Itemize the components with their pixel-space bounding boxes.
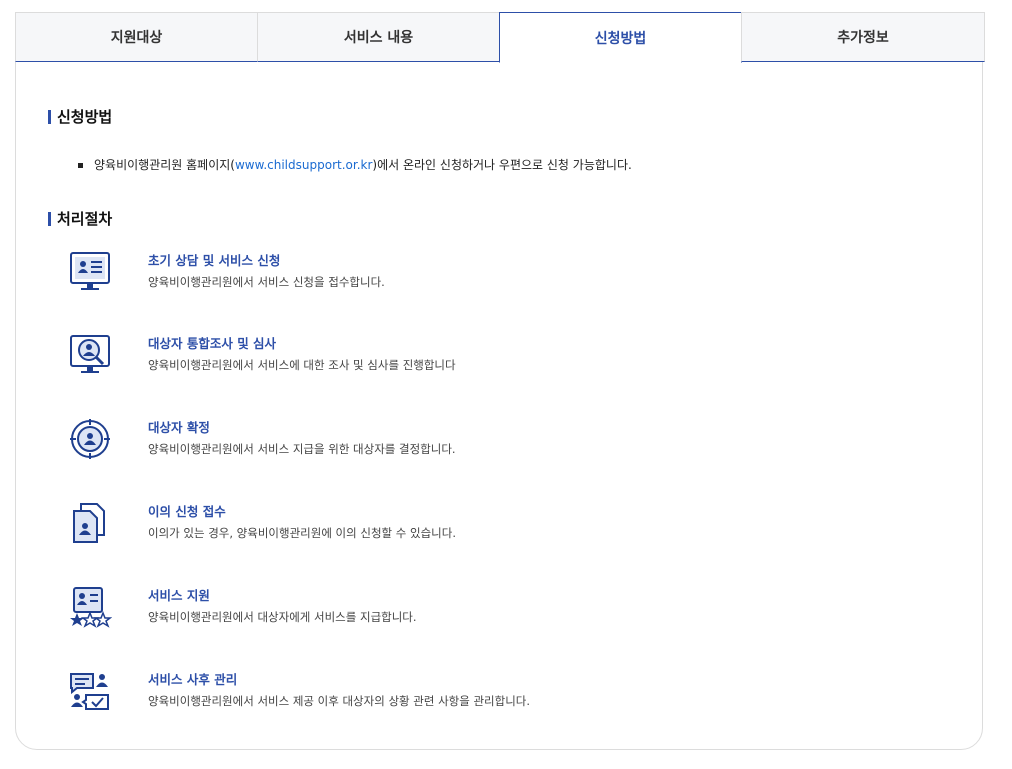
documents-user-icon (68, 501, 112, 545)
content-panel: 지원대상 서비스 내용 신청방법 추가정보 신청방법 양육비이행관리원 홈페이지… (15, 12, 985, 750)
step-description: 이의가 있는 경우, 양육비이행관리원에 이의 신청할 수 있습니다. (148, 526, 456, 540)
process-heading: 처리절차 (48, 210, 112, 228)
step-title: 서비스 사후 관리 (148, 672, 238, 687)
bullet-text-before: 양육비이행관리원 홈페이지( (94, 158, 235, 172)
process-step: 대상자 통합조사 및 심사 양육비이행관리원에서 서비스에 대한 조사 및 심사… (68, 333, 928, 383)
tab-service-content[interactable]: 서비스 내용 (257, 12, 500, 62)
process-step: 대상자 확정 양육비이행관리원에서 서비스 지급을 위한 대상자를 결정합니다. (68, 417, 928, 467)
childsupport-link[interactable]: www.childsupport.or.kr (235, 158, 372, 172)
process-step: 서비스 지원 양육비이행관리원에서 대상자에게 서비스를 지급합니다. (68, 585, 928, 635)
step-title: 대상자 통합조사 및 심사 (148, 336, 277, 351)
step-description: 양육비이행관리원에서 대상자에게 서비스를 지급합니다. (148, 610, 417, 624)
step-title: 서비스 지원 (148, 588, 210, 603)
target-user-icon (68, 417, 112, 461)
tab-application-method[interactable]: 신청방법 (499, 12, 742, 63)
step-description: 양육비이행관리원에서 서비스 제공 이후 대상자의 상황 관련 사항을 관리합니… (148, 694, 531, 708)
bullet-text-after: )에서 온라인 신청하거나 우편으로 신청 가능합니다. (372, 158, 632, 172)
step-description: 양육비이행관리원에서 서비스 지급을 위한 대상자를 결정합니다. (148, 442, 456, 456)
process-step: 서비스 사후 관리 양육비이행관리원에서 서비스 제공 이후 대상자의 상황 관… (68, 669, 928, 719)
step-description: 양육비이행관리원에서 서비스에 대한 조사 및 심사를 진행합니다 (148, 358, 456, 372)
step-title: 이의 신청 접수 (148, 504, 226, 519)
monitor-search-icon (68, 333, 112, 377)
application-method-bullet: 양육비이행관리원 홈페이지(www.childsupport.or.kr)에서 … (78, 157, 632, 173)
monitor-profile-icon (68, 250, 112, 294)
process-step: 초기 상담 및 서비스 신청 양육비이행관리원에서 서비스 신청을 접수합니다. (68, 250, 928, 300)
tab-additional-info[interactable]: 추가정보 (741, 12, 985, 62)
tab-eligibility[interactable]: 지원대상 (15, 12, 258, 62)
profile-stars-icon (68, 585, 113, 629)
application-method-heading: 신청방법 (48, 108, 112, 126)
chat-check-icon (68, 669, 112, 713)
step-description: 양육비이행관리원에서 서비스 신청을 접수합니다. (148, 275, 385, 289)
tab-bar: 지원대상 서비스 내용 신청방법 추가정보 (15, 12, 985, 63)
step-title: 대상자 확정 (148, 420, 210, 435)
step-title: 초기 상담 및 서비스 신청 (148, 253, 281, 268)
process-step: 이의 신청 접수 이의가 있는 경우, 양육비이행관리원에 이의 신청할 수 있… (68, 501, 928, 551)
